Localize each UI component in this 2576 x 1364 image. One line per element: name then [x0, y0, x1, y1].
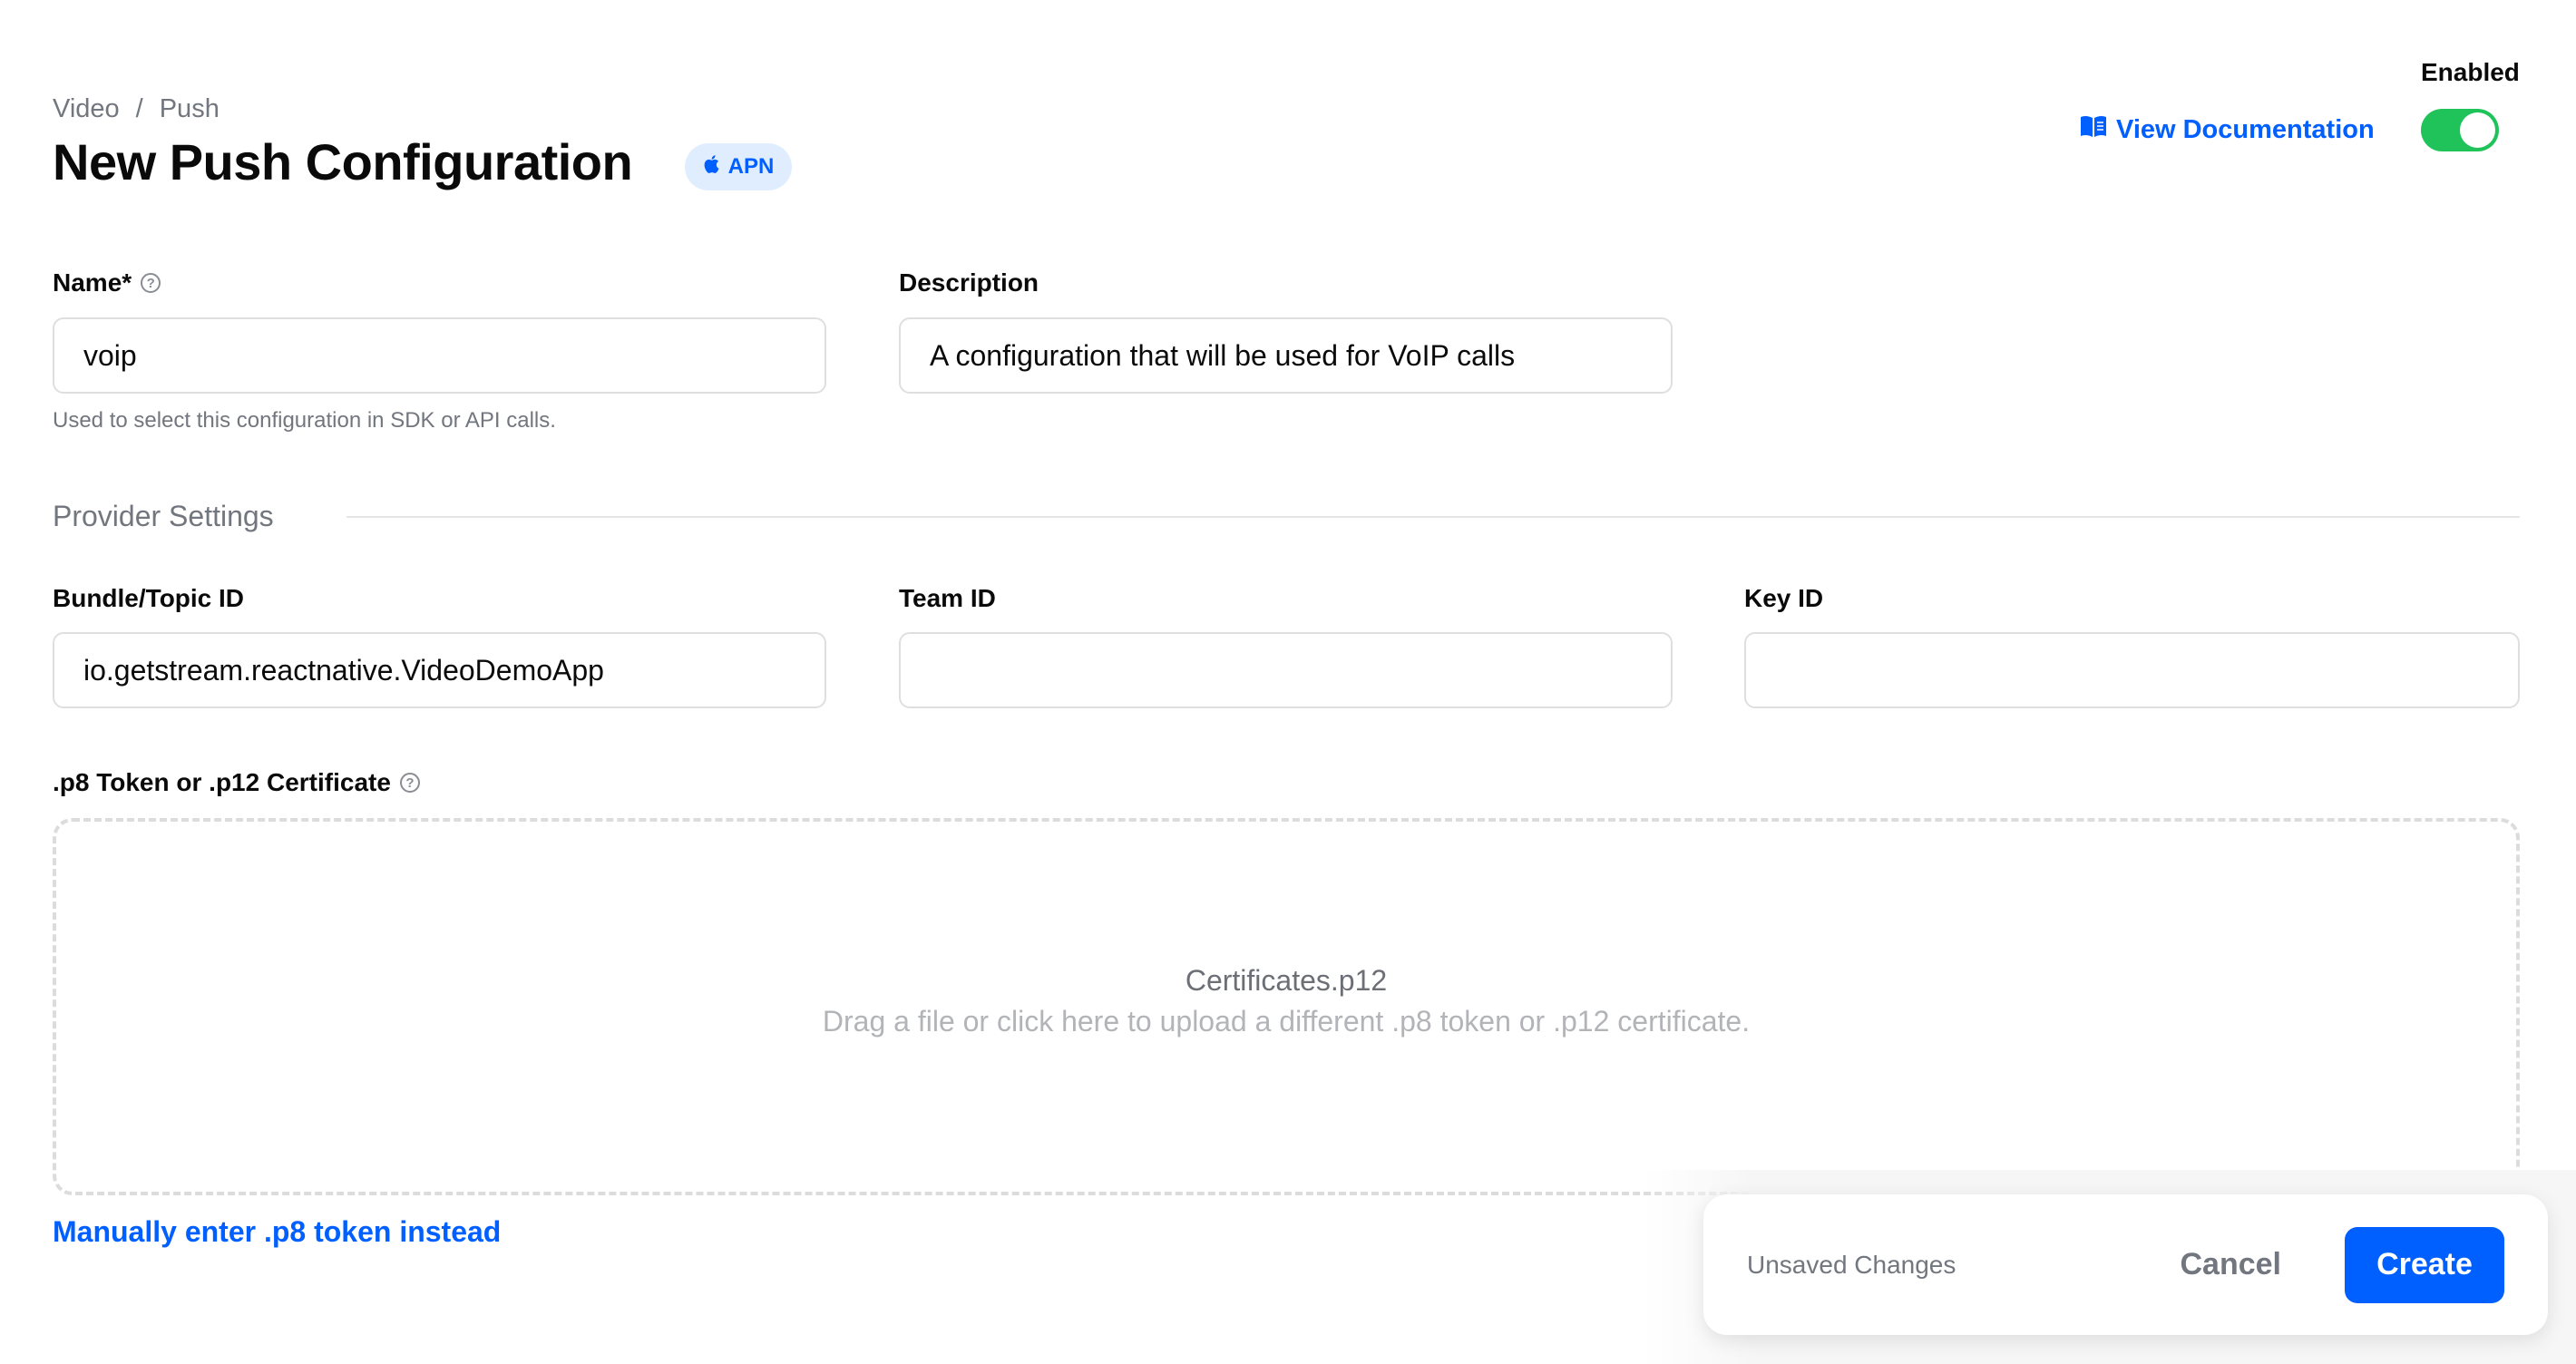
badge-label: APN: [727, 154, 775, 179]
page-title: New Push Configuration: [53, 133, 633, 190]
name-input[interactable]: [53, 317, 826, 394]
key-id-label: Key ID: [1744, 584, 1824, 612]
apple-icon: [703, 154, 719, 180]
name-label-text: Name*: [53, 268, 132, 297]
bundle-id-input[interactable]: [53, 632, 826, 708]
create-button[interactable]: Create: [2345, 1226, 2504, 1303]
breadcrumb-separator: /: [135, 94, 143, 123]
key-id-input[interactable]: [1744, 632, 2520, 708]
breadcrumb-item-video[interactable]: Video: [53, 94, 120, 124]
team-id-label: Team ID: [899, 584, 996, 612]
description-input[interactable]: [899, 317, 1673, 394]
dropzone-hint: Drag a file or click here to upload a di…: [822, 1005, 1751, 1038]
name-helper-text: Used to select this configuration in SDK…: [53, 408, 556, 433]
question-circle-icon[interactable]: ?: [399, 773, 420, 793]
section-divider: [346, 516, 2520, 518]
name-label: Name* ?: [53, 268, 161, 297]
description-label: Description: [899, 268, 1039, 297]
enabled-label: Enabled: [2421, 58, 2520, 86]
uploaded-file-name: Certificates.p12: [1185, 964, 1388, 997]
question-circle-icon[interactable]: ?: [141, 273, 161, 293]
manual-token-link[interactable]: Manually enter .p8 token instead: [53, 1215, 501, 1249]
enabled-toggle[interactable]: [2421, 109, 2499, 151]
breadcrumb: Video / Push: [53, 94, 220, 124]
unsaved-changes-bar: Unsaved Changes Cancel Create: [1703, 1194, 2548, 1335]
cancel-button[interactable]: Cancel: [2181, 1247, 2282, 1282]
bundle-id-label: Bundle/Topic ID: [53, 584, 245, 612]
breadcrumb-item-push[interactable]: Push: [160, 94, 220, 124]
view-documentation-link[interactable]: View Documentation: [2080, 114, 2375, 145]
toggle-knob: [2460, 112, 2495, 148]
provider-settings-heading: Provider Settings: [53, 500, 274, 532]
unsaved-status: Unsaved Changes: [1747, 1250, 1956, 1279]
provider-badge: APN: [685, 143, 792, 190]
certificate-dropzone[interactable]: Certificates.p12 Drag a file or click he…: [53, 818, 2520, 1195]
certificate-label-text: .p8 Token or .p12 Certificate: [53, 768, 391, 796]
certificate-label: .p8 Token or .p12 Certificate ?: [53, 768, 420, 797]
team-id-input[interactable]: [899, 632, 1673, 708]
view-documentation-label: View Documentation: [2116, 114, 2375, 144]
book-icon: [2080, 114, 2107, 145]
